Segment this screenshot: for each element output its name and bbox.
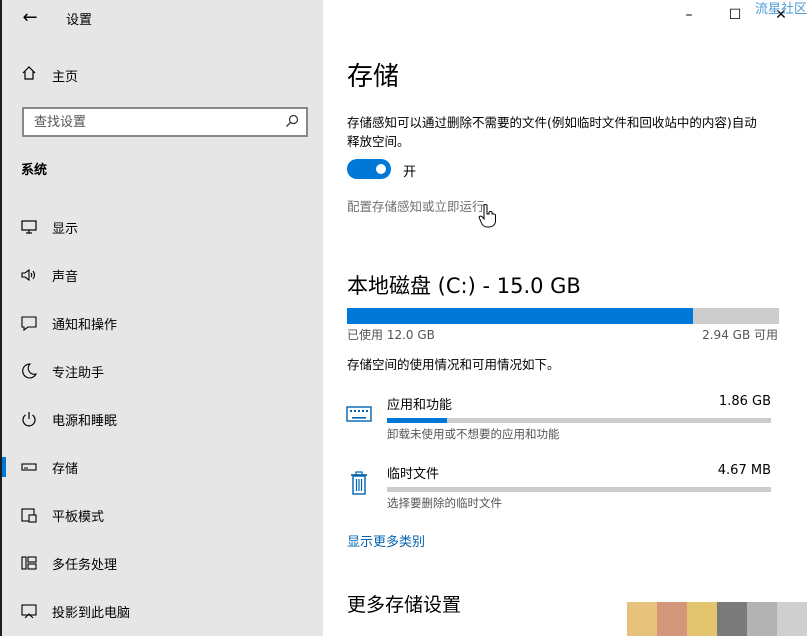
category-apps[interactable]: 应用和功能 1.86 GB 卸载未使用或不想要的应用和功能 bbox=[345, 394, 771, 444]
color-swatch bbox=[717, 602, 747, 636]
sidebar-item-project[interactable]: 投影到此电脑 bbox=[2, 587, 323, 635]
show-more-categories-link[interactable]: 显示更多类别 bbox=[347, 531, 425, 550]
category-bar bbox=[387, 487, 771, 492]
app-title: 设置 bbox=[66, 13, 93, 28]
back-arrow-icon[interactable]: ← bbox=[18, 6, 42, 30]
category-bar-fill bbox=[387, 418, 447, 423]
trash-icon bbox=[345, 469, 373, 497]
toggle-state-label: 开 bbox=[403, 165, 417, 180]
project-icon bbox=[20, 602, 38, 620]
watermark: 流星社区 bbox=[754, 2, 807, 17]
usage-description: 存储空间的使用情况和可用情况如下。 bbox=[347, 357, 560, 372]
color-swatch bbox=[627, 602, 657, 636]
tablet-icon bbox=[20, 506, 38, 524]
home-icon bbox=[20, 65, 38, 85]
color-swatch bbox=[777, 602, 807, 636]
sidebar-item-notifications[interactable]: 通知和操作 bbox=[2, 299, 323, 347]
selection-indicator bbox=[2, 457, 6, 477]
main-content: – ☐ ✕ 流星社区 存储 存储感知可以通过删除不需要的文件(例如临时文件和回收… bbox=[323, 0, 807, 636]
toggle-knob bbox=[376, 164, 386, 174]
sidebar-item-label: 专注助手 bbox=[52, 365, 105, 381]
sidebar-item-label: 平板模式 bbox=[52, 509, 105, 525]
configure-storage-sense-link[interactable]: 配置存储感知或立即运行 bbox=[347, 196, 485, 215]
sidebar-item-sound[interactable]: 声音 bbox=[2, 251, 323, 299]
speaker-icon bbox=[20, 266, 38, 284]
category-subtitle: 选择要删除的临时文件 bbox=[387, 496, 502, 510]
color-swatches bbox=[627, 602, 807, 636]
disk-usage-bar bbox=[347, 308, 779, 324]
sidebar-item-label: 显示 bbox=[52, 221, 79, 237]
multitask-icon bbox=[20, 554, 38, 572]
more-storage-settings-heading: 更多存储设置 bbox=[347, 594, 462, 616]
color-swatch bbox=[747, 602, 777, 636]
category-name: 临时文件 bbox=[387, 467, 440, 482]
disk-used-label: 已使用 12.0 GB bbox=[347, 328, 435, 342]
sidebar-item-power[interactable]: 电源和睡眠 bbox=[2, 395, 323, 443]
monitor-icon bbox=[20, 218, 38, 236]
sidebar-item-label: 声音 bbox=[52, 269, 79, 285]
minimize-button[interactable]: – bbox=[674, 4, 704, 26]
search-box[interactable] bbox=[22, 107, 308, 137]
sidebar: ← 设置 主页 系统 显示 声音 通知和操作 bbox=[0, 0, 323, 636]
sidebar-item-label: 多任务处理 bbox=[52, 557, 118, 573]
disk-usage-fill bbox=[347, 308, 693, 324]
color-swatch bbox=[657, 602, 687, 636]
category-bar bbox=[387, 418, 771, 423]
category-temp-files[interactable]: 临时文件 4.67 MB 选择要删除的临时文件 bbox=[345, 463, 771, 513]
sidebar-item-label: 投影到此电脑 bbox=[52, 605, 131, 621]
section-label: 系统 bbox=[21, 163, 48, 178]
category-size: 4.67 MB bbox=[717, 463, 771, 478]
disk-title: 本地磁盘 (C:) - 15.0 GB bbox=[347, 274, 581, 298]
sidebar-nav: 显示 声音 通知和操作 专注助手 电源和睡眠 存储 平板模式 多任务处理 投影到… bbox=[2, 203, 323, 635]
sidebar-item-display[interactable]: 显示 bbox=[2, 203, 323, 251]
sidebar-item-tablet-mode[interactable]: 平板模式 bbox=[2, 491, 323, 539]
moon-icon bbox=[20, 362, 38, 380]
sidebar-item-label: 存储 bbox=[52, 461, 79, 477]
search-input[interactable] bbox=[24, 109, 264, 135]
color-swatch bbox=[687, 602, 717, 636]
sidebar-item-focus-assist[interactable]: 专注助手 bbox=[2, 347, 323, 395]
power-icon bbox=[20, 410, 38, 428]
notification-icon bbox=[20, 314, 38, 332]
sidebar-item-home[interactable]: 主页 bbox=[20, 64, 78, 86]
category-size: 1.86 GB bbox=[718, 394, 771, 409]
search-icon[interactable] bbox=[284, 113, 300, 129]
sidebar-item-label: 电源和睡眠 bbox=[52, 413, 118, 429]
keyboard-icon bbox=[345, 400, 373, 428]
hand-cursor-icon bbox=[478, 204, 496, 228]
sidebar-item-storage[interactable]: 存储 bbox=[2, 443, 323, 491]
disk-free-label: 2.94 GB 可用 bbox=[702, 328, 778, 342]
home-label: 主页 bbox=[52, 69, 79, 85]
storage-sense-toggle[interactable] bbox=[347, 159, 391, 179]
sidebar-item-label: 通知和操作 bbox=[52, 317, 118, 333]
maximize-button[interactable]: ☐ bbox=[720, 4, 750, 26]
sidebar-item-multitasking[interactable]: 多任务处理 bbox=[2, 539, 323, 587]
drive-icon bbox=[20, 458, 38, 476]
category-subtitle: 卸载未使用或不想要的应用和功能 bbox=[387, 427, 560, 441]
page-title: 存储 bbox=[347, 62, 400, 92]
storage-sense-description: 存储感知可以通过删除不需要的文件(例如临时文件和回收站中的内容)自动释放空间。 bbox=[347, 115, 757, 149]
category-name: 应用和功能 bbox=[387, 398, 453, 413]
